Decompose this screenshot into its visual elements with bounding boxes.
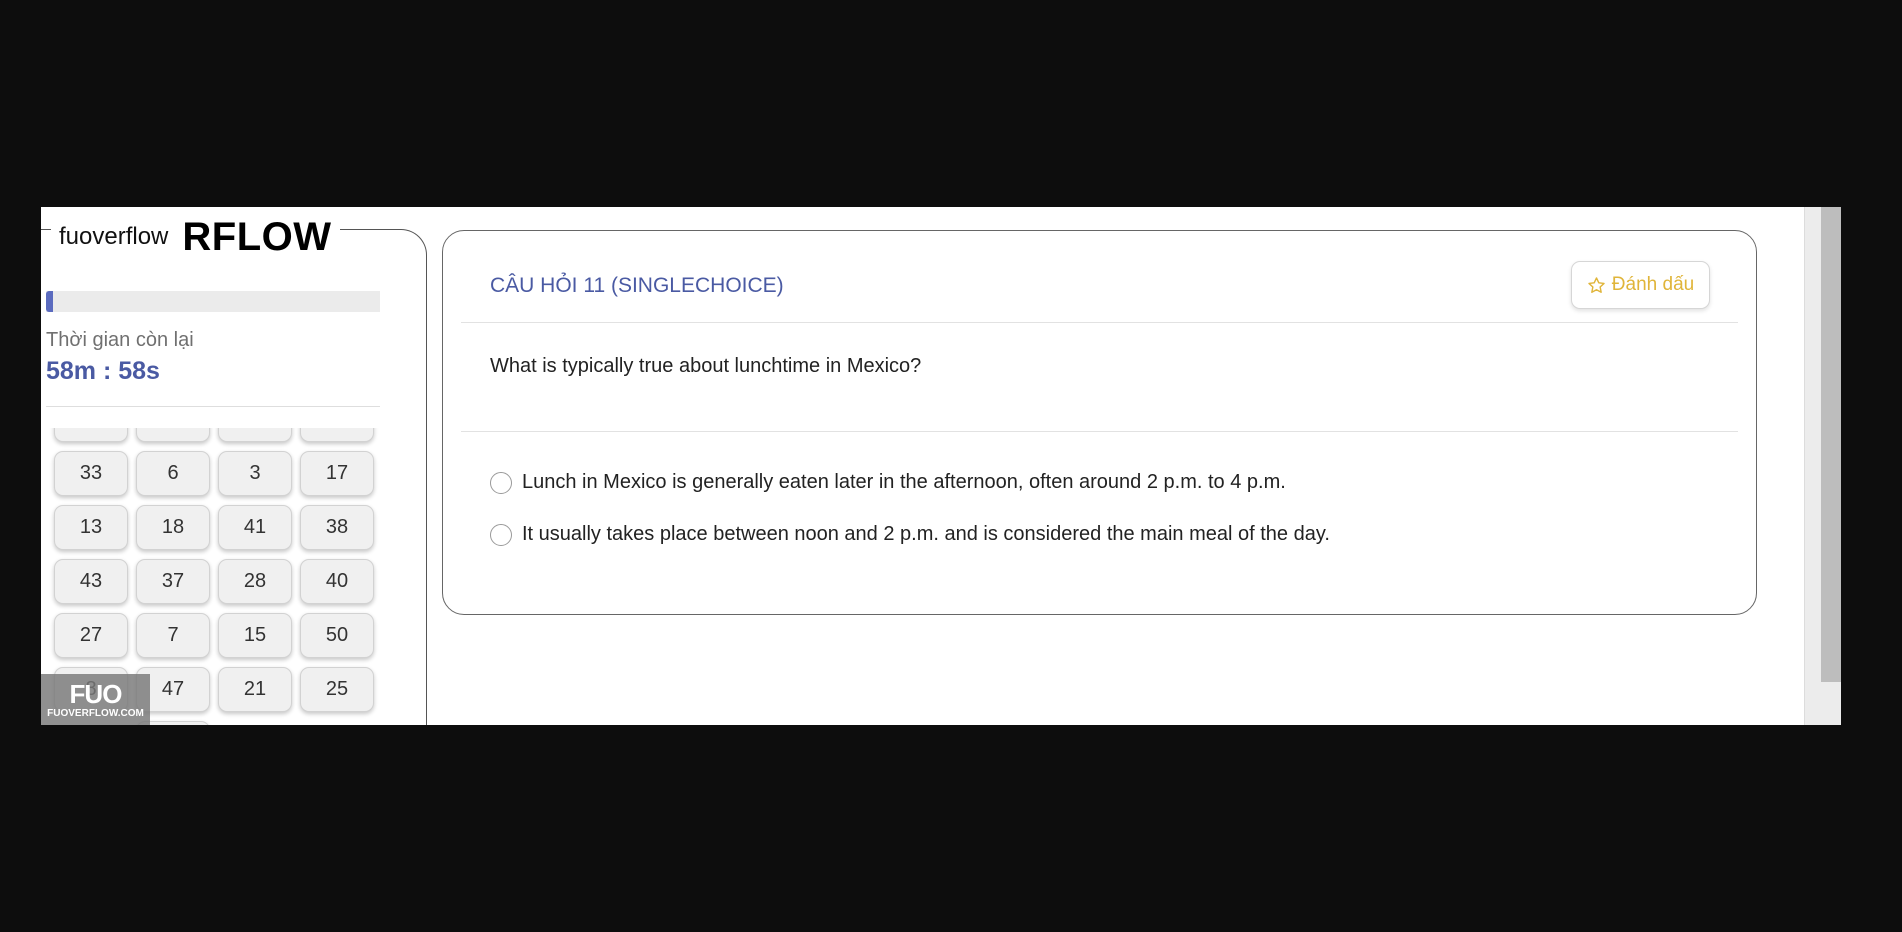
question-number-button[interactable] (218, 428, 292, 442)
question-title: CÂU HỎI 11 (SINGLECHOICE) (490, 274, 784, 297)
card-divider-top (461, 322, 1738, 323)
question-number-button[interactable]: 13 (54, 505, 128, 550)
time-remaining-value: 58m : 58s (46, 357, 160, 385)
watermark-site: FUOVERFLOW.COM (47, 707, 144, 719)
question-number-button[interactable]: 3 (218, 451, 292, 496)
question-number-button[interactable]: 38 (300, 505, 374, 550)
brand-name: fuoverflow (59, 223, 169, 250)
question-number-button[interactable]: 15 (218, 613, 292, 658)
app-screen: fuoverflow RFLOW Thời gian còn lại 58m :… (41, 207, 1851, 725)
star-icon (1588, 276, 1605, 293)
question-number-button[interactable]: 18 (136, 505, 210, 550)
time-remaining-label: Thời gian còn lại (46, 329, 194, 351)
question-number-button[interactable] (136, 428, 210, 442)
radio-button[interactable] (490, 523, 512, 546)
question-number-button[interactable]: 40 (300, 559, 374, 604)
answer-option[interactable]: It usually takes place between noon and … (490, 523, 1330, 546)
answer-option-text: It usually takes place between noon and … (522, 523, 1330, 545)
question-number-button[interactable]: 50 (300, 613, 374, 658)
radio-button[interactable] (490, 471, 512, 494)
question-number-button[interactable]: 33 (54, 451, 128, 496)
question-number-button[interactable]: 37 (136, 559, 210, 604)
left-panel: fuoverflow RFLOW Thời gian còn lại 58m :… (41, 207, 428, 725)
question-text: What is typically true about lunchtime i… (490, 355, 922, 377)
question-card: CÂU HỎI 11 (SINGLECHOICE) Đánh dấu What … (442, 230, 1757, 615)
brand-logo: RFLOW (182, 214, 332, 259)
question-number-button[interactable]: 21 (218, 667, 292, 712)
question-number-button[interactable]: 7 (136, 613, 210, 658)
time-progress-bar (46, 291, 380, 312)
answer-option-text: Lunch in Mexico is generally eaten later… (522, 471, 1286, 493)
screen-edge (1841, 207, 1851, 725)
question-number-button[interactable]: 17 (300, 451, 374, 496)
question-number-button[interactable]: 41 (218, 505, 292, 550)
watermark: FUO FUOVERFLOW.COM (41, 674, 150, 725)
question-number-button[interactable]: 25 (300, 667, 374, 712)
bookmark-button[interactable]: Đánh dấu (1571, 261, 1710, 309)
question-number-button[interactable] (300, 428, 374, 442)
card-divider-bottom (461, 431, 1738, 432)
question-number-button[interactable]: 6 (136, 451, 210, 496)
scrollbar-thumb[interactable] (1821, 207, 1841, 682)
question-number-button[interactable]: 27 (54, 613, 128, 658)
answer-option[interactable]: Lunch in Mexico is generally eaten later… (490, 471, 1286, 494)
watermark-logo: FUO (69, 678, 123, 709)
brand-header: fuoverflow RFLOW (51, 213, 340, 261)
left-divider (46, 406, 380, 407)
time-progress-fill (46, 291, 53, 312)
question-number-button[interactable]: 28 (218, 559, 292, 604)
bookmark-label: Đánh dấu (1611, 274, 1695, 295)
question-number-button[interactable]: 43 (54, 559, 128, 604)
question-number-button[interactable] (54, 428, 128, 442)
